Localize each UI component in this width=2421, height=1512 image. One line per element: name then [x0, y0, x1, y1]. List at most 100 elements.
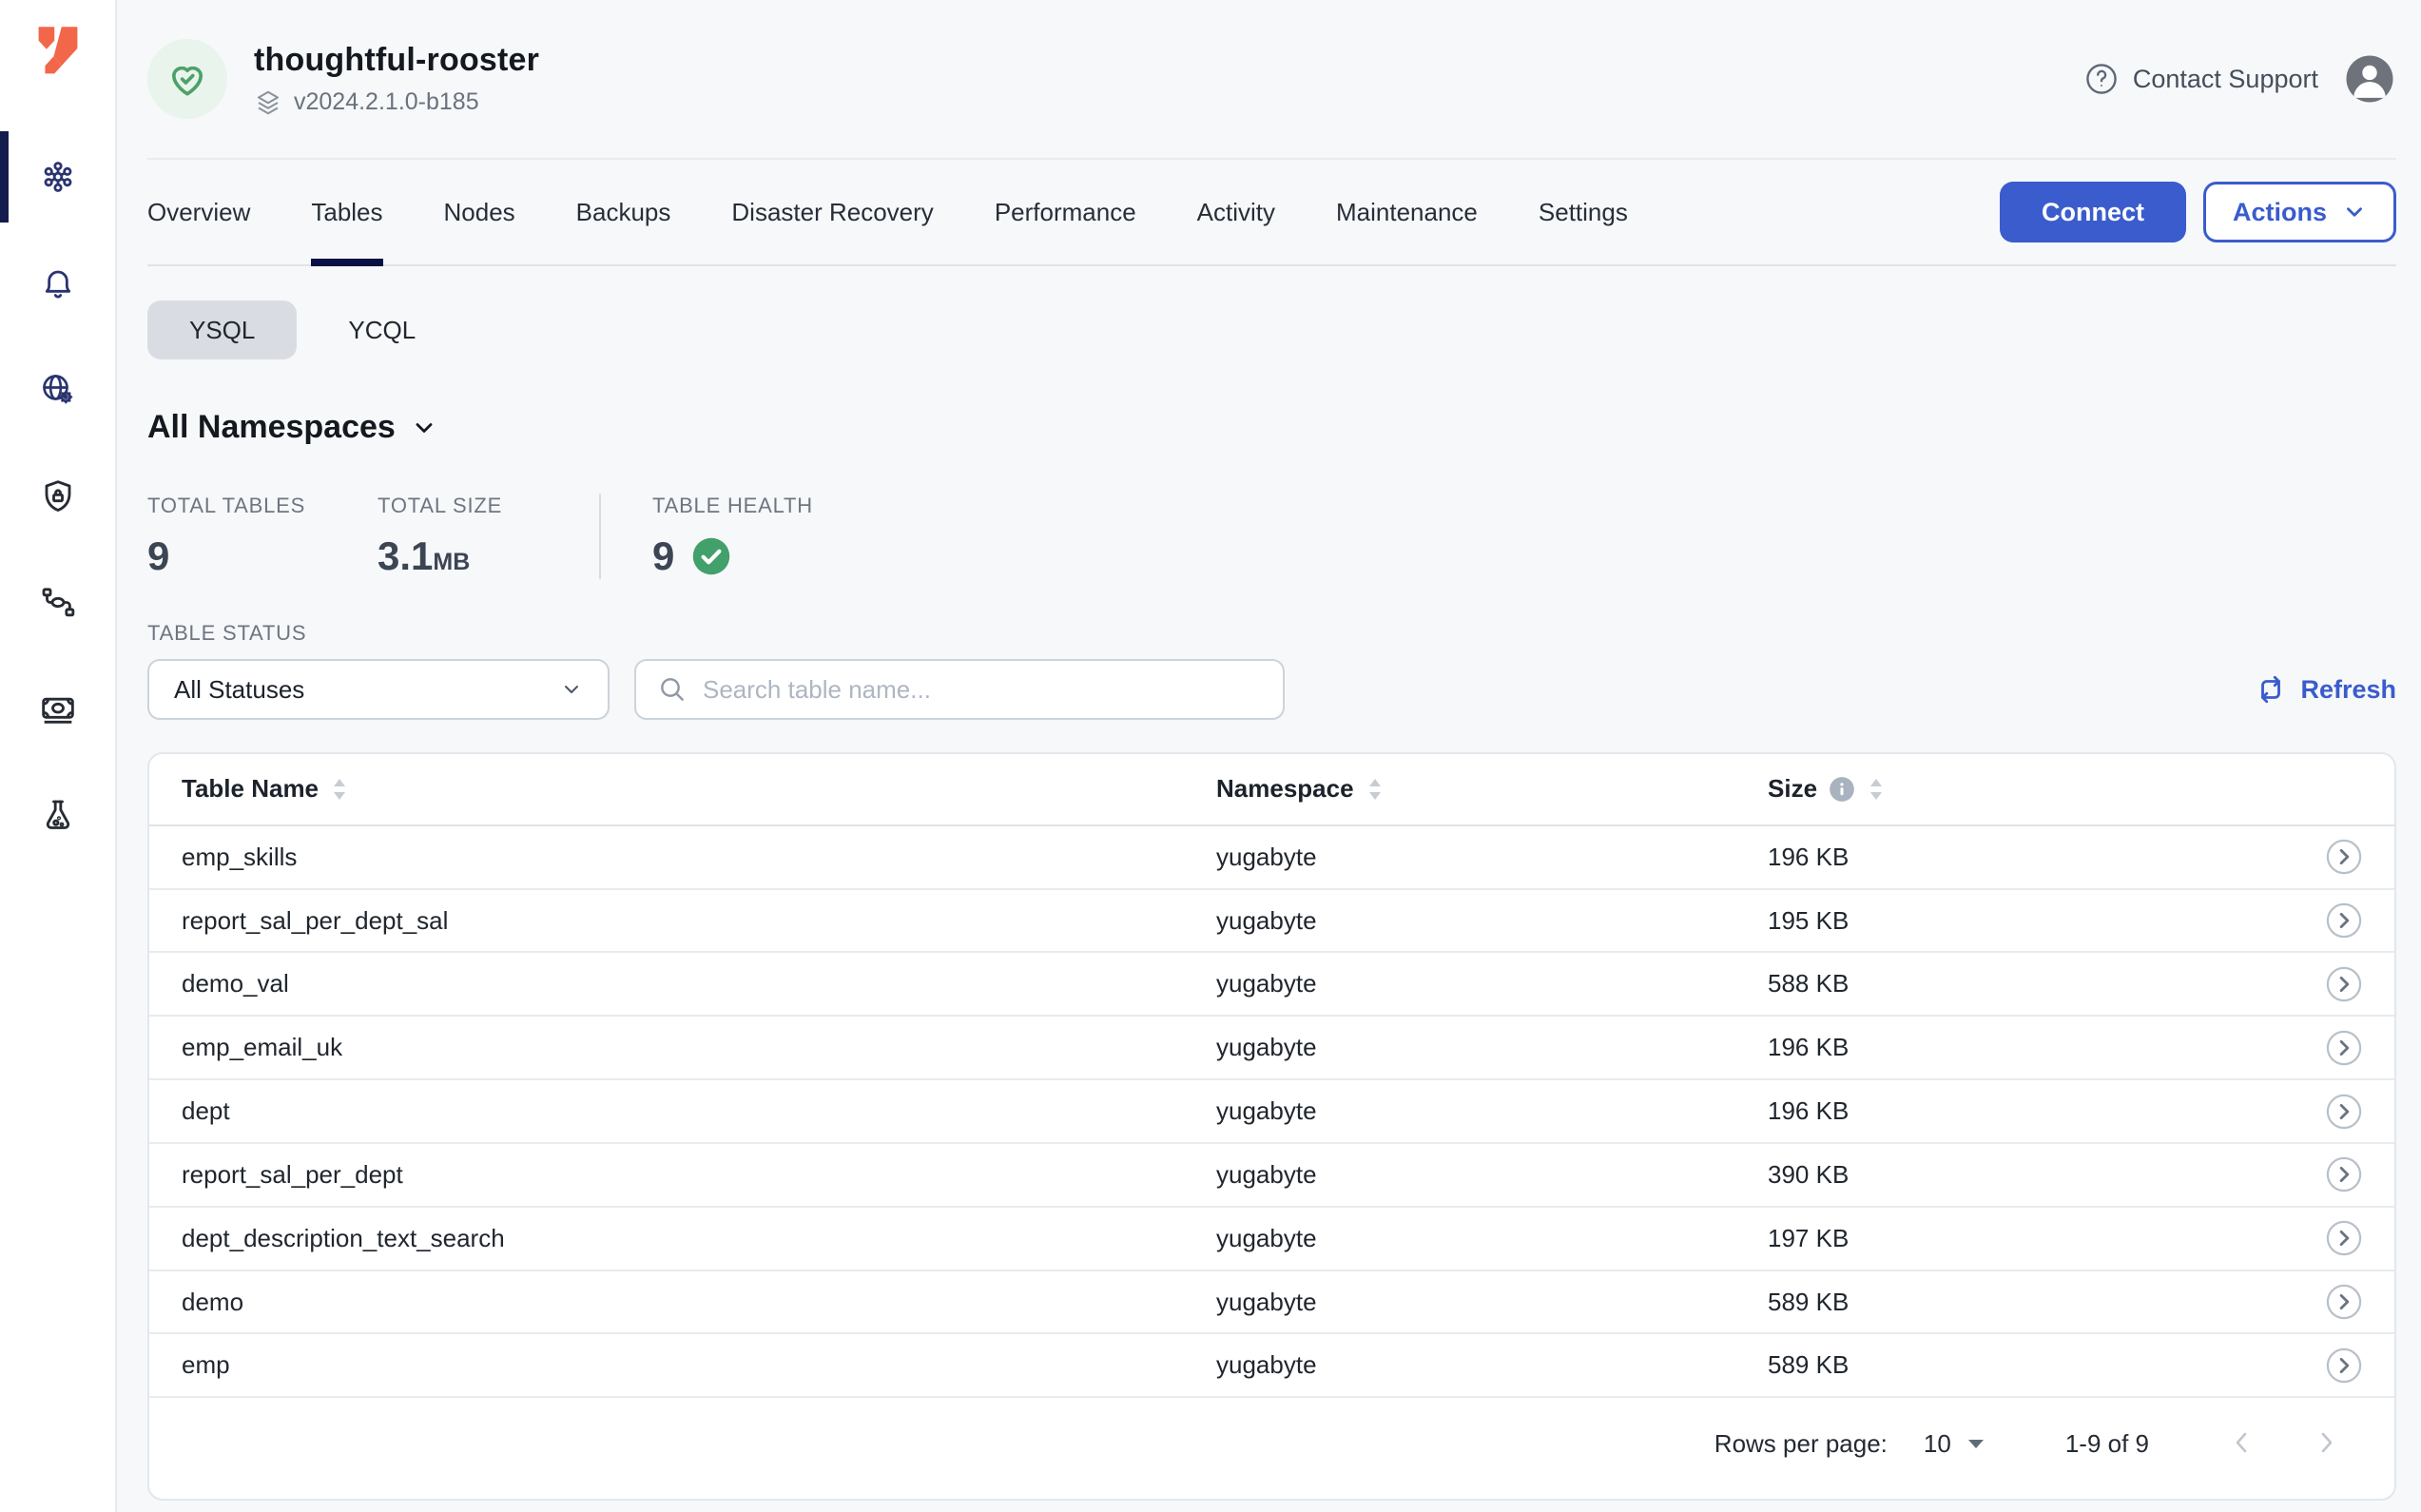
refresh-label: Refresh [2300, 675, 2396, 705]
table-row[interactable]: demo yugabyte 589 KB [149, 1271, 2394, 1335]
refresh-icon [2255, 673, 2287, 706]
tab-actions: Connect Actions [2000, 182, 2396, 242]
table-row[interactable]: report_sal_per_dept yugabyte 390 KB [149, 1144, 2394, 1208]
sidebar-item-security[interactable] [0, 443, 115, 550]
table-row[interactable]: demo_val yugabyte 588 KB [149, 953, 2394, 1017]
table-row[interactable]: report_sal_per_dept_sal yugabyte 195 KB [149, 890, 2394, 954]
flow-icon [39, 584, 77, 622]
column-header-namespace[interactable]: Namespace [1216, 774, 1768, 804]
prev-page-button[interactable] [2231, 1428, 2254, 1460]
sidebar-item-integrations[interactable] [0, 550, 115, 656]
row-detail-button[interactable] [2326, 1030, 2362, 1066]
stat-label: TOTAL SIZE [378, 494, 599, 518]
cell-namespace: yugabyte [1216, 1096, 1768, 1126]
row-detail-button[interactable] [2326, 1220, 2362, 1256]
search-box [634, 659, 1285, 720]
cell-size: 589 KB [1768, 1288, 2309, 1317]
search-input[interactable] [703, 675, 1262, 705]
tab-backups[interactable]: Backups [576, 160, 671, 264]
cell-size: 589 KB [1768, 1350, 2309, 1380]
cell-table-name: report_sal_per_dept_sal [182, 906, 1216, 936]
cell-namespace: yugabyte [1216, 969, 1768, 998]
sort-icon[interactable] [1365, 776, 1385, 803]
cell-table-name: demo_val [182, 969, 1216, 998]
table-row[interactable]: dept yugabyte 196 KB [149, 1080, 2394, 1144]
chevron-right-circle-icon [2326, 1094, 2362, 1130]
tab-tables[interactable]: Tables [311, 160, 382, 264]
chevron-right-circle-icon [2326, 1156, 2362, 1192]
table-row[interactable]: emp_email_uk yugabyte 196 KB [149, 1017, 2394, 1080]
table-header-row: Table Name Namespace Size [149, 754, 2394, 826]
chevron-left-icon [2231, 1428, 2254, 1457]
stats-row: TOTAL TABLES 9 TOTAL SIZE 3.1MB TABLE HE… [147, 494, 2396, 579]
toggle-ycql[interactable]: YCQL [306, 300, 457, 359]
table-row[interactable]: emp yugabyte 589 KB [149, 1334, 2394, 1398]
row-detail-button[interactable] [2326, 902, 2362, 939]
cluster-title-block: thoughtful-rooster v2024.2.1.0-b185 [254, 42, 539, 117]
cluster-header: thoughtful-rooster v2024.2.1.0-b185 Cont… [147, 0, 2396, 160]
chevron-right-circle-icon [2326, 1220, 2362, 1256]
filter-row: All Statuses Refresh [147, 659, 2396, 720]
tab-activity[interactable]: Activity [1197, 160, 1275, 264]
tabs: Overview Tables Nodes Backups Disaster R… [147, 160, 1628, 264]
rows-per-page-select[interactable]: 10 [1924, 1429, 1985, 1459]
refresh-button[interactable]: Refresh [2255, 673, 2396, 706]
sort-icon[interactable] [330, 776, 349, 803]
sidebar-item-clusters[interactable] [0, 124, 115, 230]
toggle-ysql[interactable]: YSQL [147, 300, 297, 359]
chevron-right-circle-icon [2326, 902, 2362, 939]
table-status-label: TABLE STATUS [147, 621, 2396, 646]
chevron-down-icon [2342, 200, 2367, 224]
column-header-table-name[interactable]: Table Name [182, 774, 1216, 804]
row-detail-button[interactable] [2326, 1284, 2362, 1320]
sidebar-item-regions-admin[interactable] [0, 337, 115, 443]
row-detail-button[interactable] [2326, 1347, 2362, 1384]
stats-divider [599, 494, 601, 579]
actions-button[interactable]: Actions [2203, 182, 2396, 242]
stat-label: TOTAL TABLES [147, 494, 378, 518]
cell-size: 195 KB [1768, 906, 2309, 936]
sort-icon[interactable] [1867, 776, 1886, 803]
chevron-down-icon [560, 678, 583, 701]
table-row[interactable]: emp_skills yugabyte 196 KB [149, 826, 2394, 890]
connect-button[interactable]: Connect [2000, 182, 2186, 242]
sidebar-nav [0, 124, 115, 869]
tab-nodes[interactable]: Nodes [444, 160, 515, 264]
sidebar-item-alerts[interactable] [0, 230, 115, 337]
shield-lock-icon [39, 477, 77, 515]
sidebar [0, 0, 117, 1512]
table-row[interactable]: dept_description_text_search yugabyte 19… [149, 1208, 2394, 1271]
cell-table-name: emp_email_uk [182, 1033, 1216, 1062]
next-page-button[interactable] [2314, 1428, 2337, 1460]
row-detail-button[interactable] [2326, 1094, 2362, 1130]
tab-settings[interactable]: Settings [1539, 160, 1628, 264]
stat-label: TABLE HEALTH [652, 494, 813, 518]
tab-disaster-recovery[interactable]: Disaster Recovery [731, 160, 933, 264]
user-avatar[interactable] [2343, 52, 2396, 106]
tab-overview[interactable]: Overview [147, 160, 250, 264]
row-detail-button[interactable] [2326, 1156, 2362, 1192]
cell-table-name: emp_skills [182, 843, 1216, 872]
search-icon [657, 674, 688, 705]
info-icon[interactable] [1829, 776, 1855, 803]
stat-value: 3.1MB [378, 533, 599, 579]
tab-maintenance[interactable]: Maintenance [1336, 160, 1478, 264]
row-detail-button[interactable] [2326, 966, 2362, 1002]
sidebar-item-billing[interactable] [0, 656, 115, 763]
cell-namespace: yugabyte [1216, 1224, 1768, 1253]
version-text: v2024.2.1.0-b185 [294, 88, 479, 116]
namespace-filter[interactable]: All Namespaces [147, 409, 437, 446]
contact-support-link[interactable]: Contact Support [2083, 61, 2318, 97]
column-header-size[interactable]: Size [1768, 774, 2309, 804]
health-heart-badge [147, 39, 227, 119]
row-detail-button[interactable] [2326, 839, 2362, 875]
namespace-filter-label: All Namespaces [147, 409, 396, 446]
health-check-icon [691, 536, 731, 576]
layers-icon [254, 88, 282, 117]
cell-size: 390 KB [1768, 1160, 2309, 1190]
status-select[interactable]: All Statuses [147, 659, 610, 720]
tab-performance[interactable]: Performance [995, 160, 1136, 264]
stat-total-tables: TOTAL TABLES 9 [147, 494, 378, 579]
cell-size: 197 KB [1768, 1224, 2309, 1253]
sidebar-item-labs[interactable] [0, 763, 115, 869]
